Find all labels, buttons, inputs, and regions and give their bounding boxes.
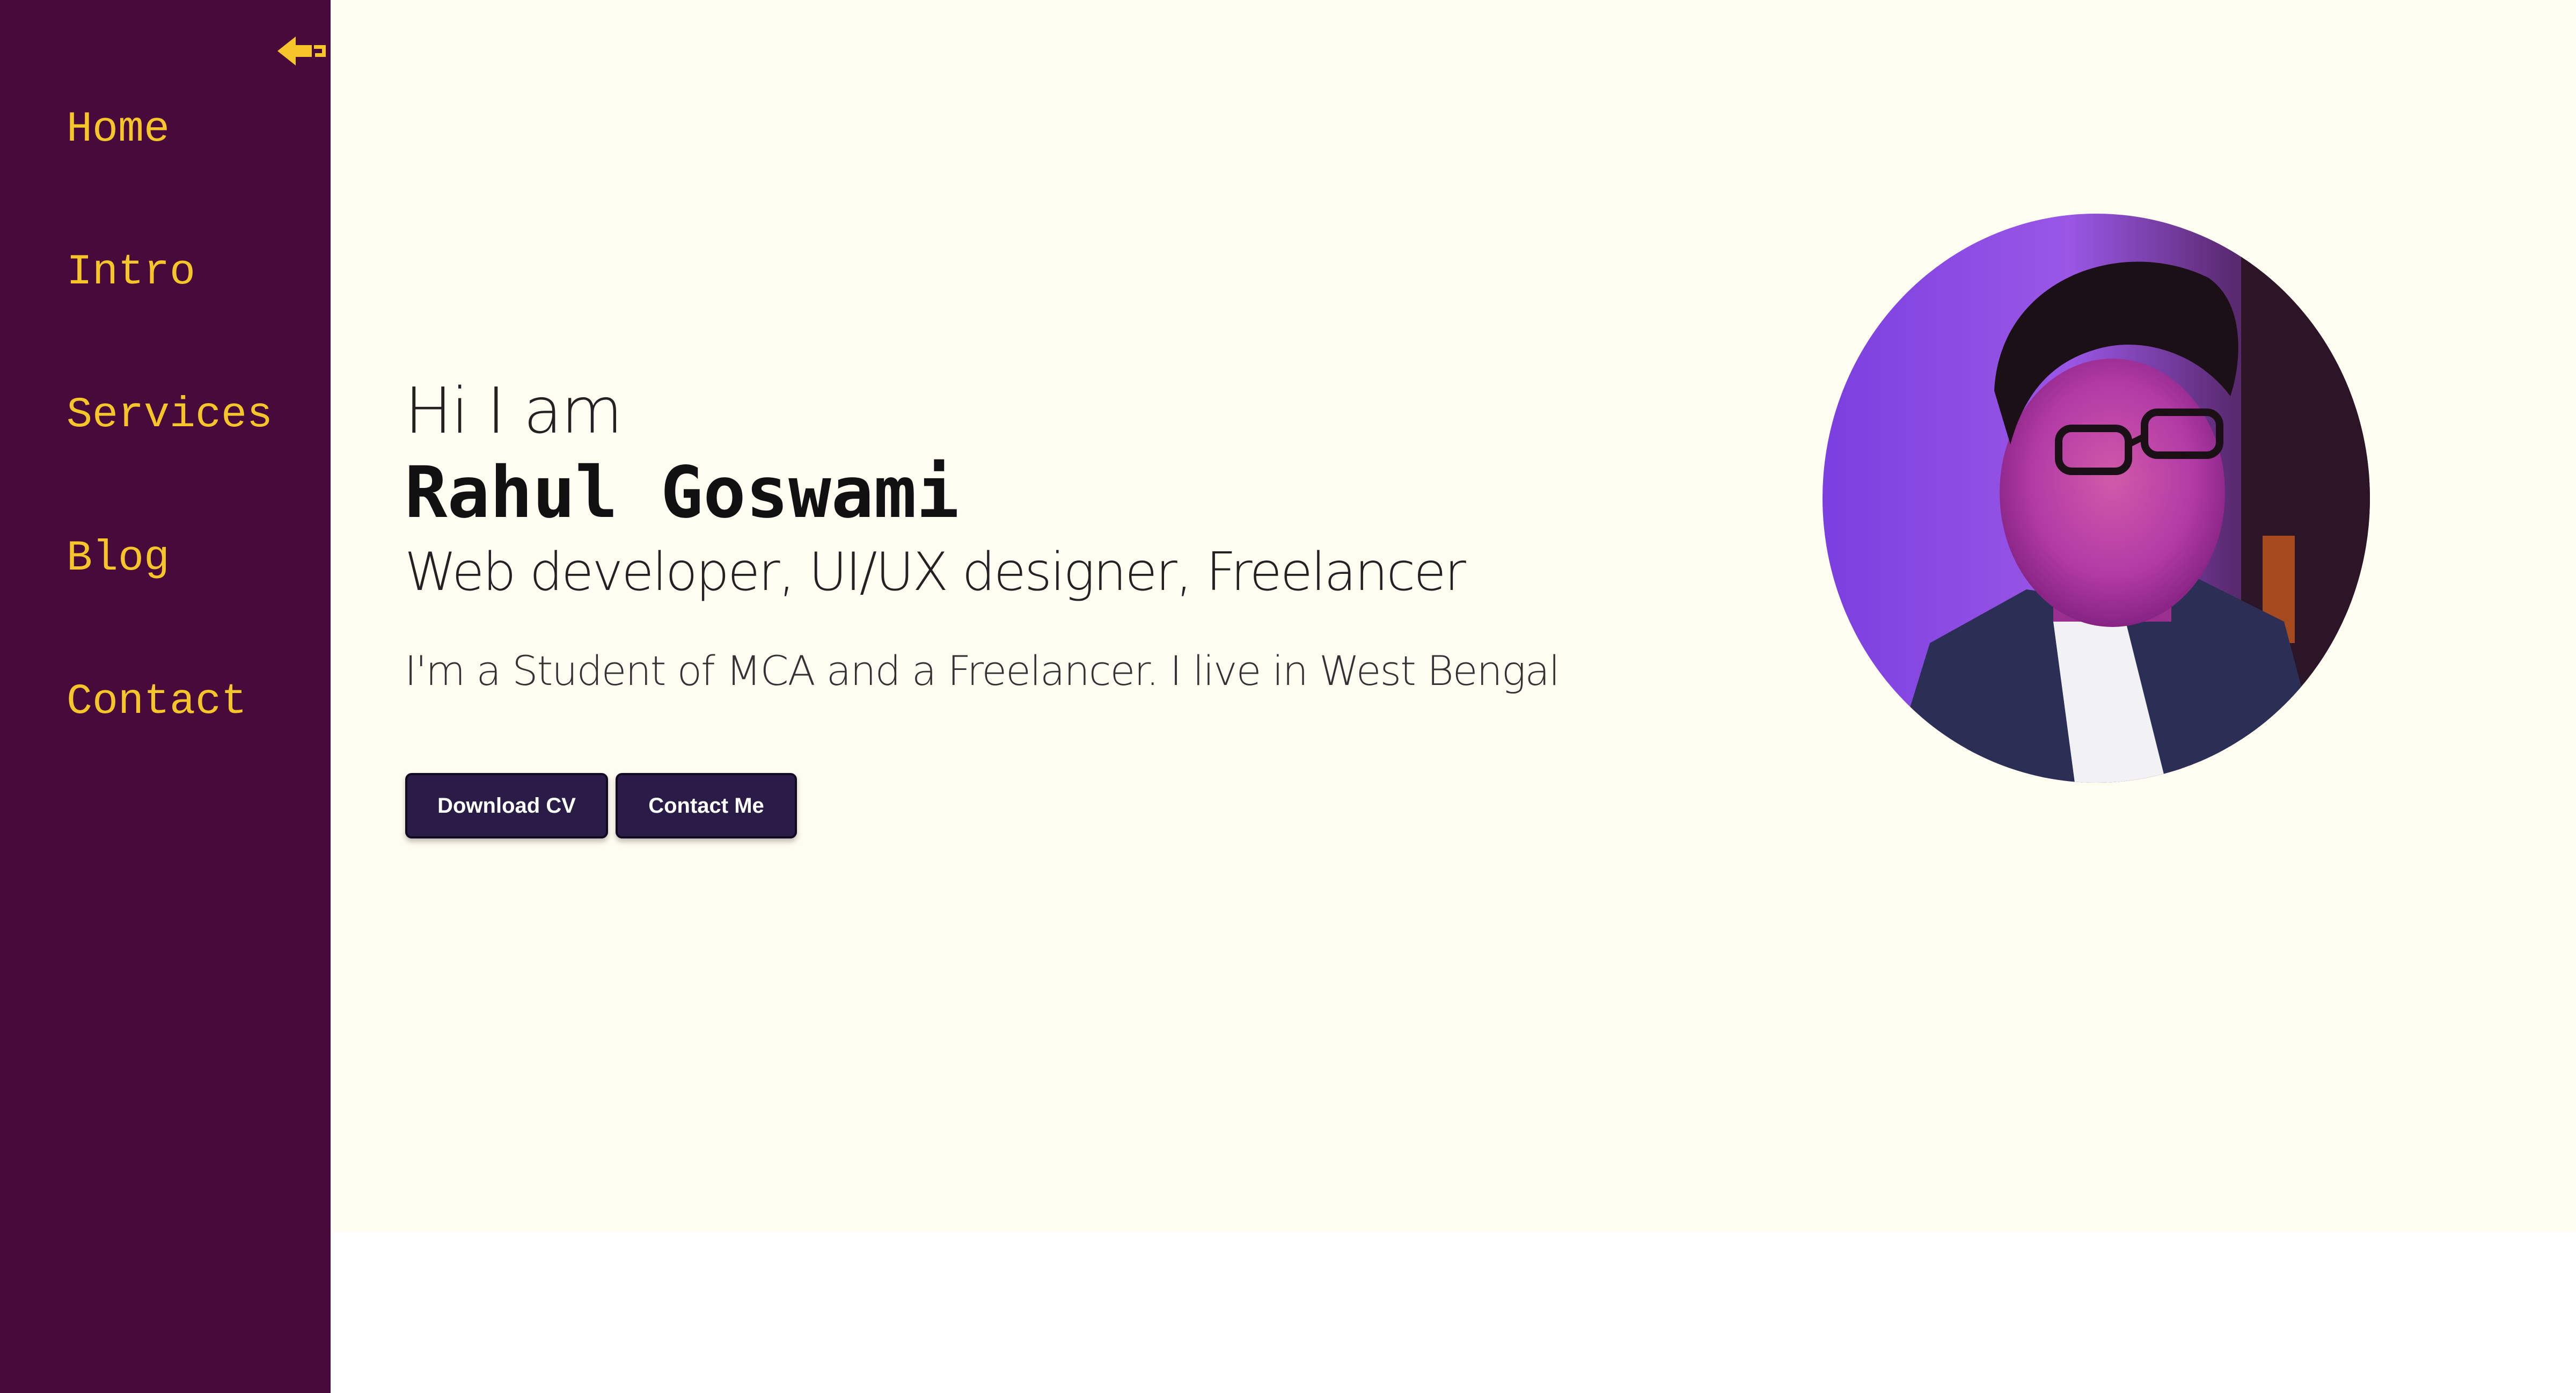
sidebar-item-home[interactable]: Home [67,104,170,156]
profile-photo [1823,214,2370,783]
sidebar-item-contact[interactable]: Contact [67,676,247,728]
hero-name: Rahul Goswami [405,451,960,534]
sidebar: Home Intro Services Blog Contact [0,0,331,1393]
hero-section: Hi I am Rahul Goswami Web developer, UI/… [331,0,2576,1232]
sidebar-item-services[interactable]: Services [67,390,273,441]
download-cv-button[interactable]: Download CV [405,773,608,838]
contact-me-button[interactable]: Contact Me [616,773,797,838]
sidebar-item-blog[interactable]: Blog [67,533,170,585]
arrow-left-icon [277,37,326,65]
sidebar-item-intro[interactable]: Intro [67,247,195,298]
sidebar-collapse-button[interactable] [276,32,327,70]
hero-roles: Web developer, UI/UX designer, Freelance… [405,542,1466,603]
hero-greeting: Hi I am [405,374,623,448]
hero-bio: I'm a Student of MCA and a Freelancer. I… [405,647,1560,695]
